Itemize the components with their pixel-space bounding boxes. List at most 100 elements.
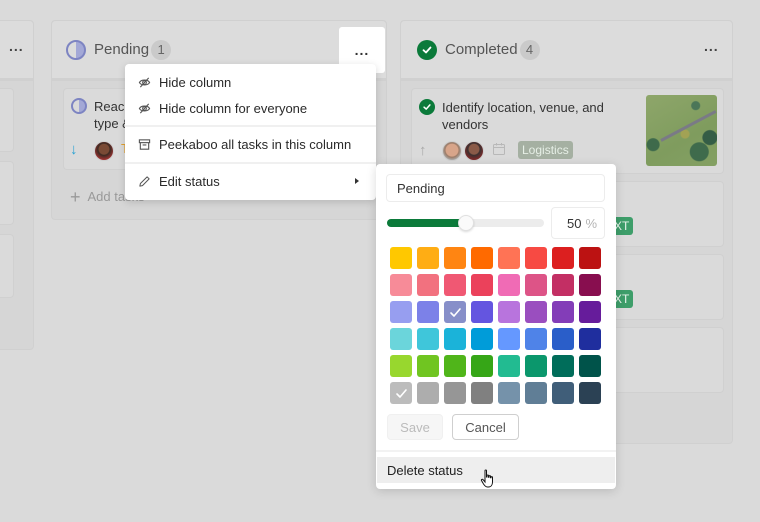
color-swatch[interactable] [498, 328, 520, 350]
check-icon [395, 388, 407, 398]
color-swatch[interactable] [552, 274, 574, 296]
color-swatch[interactable] [444, 382, 466, 404]
half-circle-icon[interactable] [71, 98, 87, 114]
color-swatch[interactable] [390, 247, 412, 269]
delete-status-label: Delete status [387, 462, 463, 478]
color-swatch[interactable] [525, 382, 547, 404]
slider-thumb[interactable] [457, 215, 474, 231]
eye-off-icon [137, 101, 151, 115]
progress-percent-input[interactable]: 50 % [551, 207, 605, 239]
color-swatch[interactable] [444, 301, 466, 323]
color-swatch[interactable] [579, 355, 601, 377]
more-icon: ... [354, 42, 370, 58]
color-swatch[interactable] [579, 301, 601, 323]
color-swatch[interactable] [498, 247, 520, 269]
progress-slider[interactable] [387, 215, 544, 231]
color-swatch[interactable] [525, 274, 547, 296]
menu-item-label: Hide column [159, 74, 232, 90]
column-more-button[interactable]: ... [704, 39, 719, 53]
menu-item-peekaboo[interactable]: Peekaboo all tasks in this column [125, 131, 376, 157]
color-swatch[interactable] [525, 247, 547, 269]
column-header: Completed 4 ... [401, 21, 732, 81]
column-count-badge: 4 [519, 39, 540, 60]
task-title: Identify location, venue, and vendors [442, 100, 604, 132]
color-swatch[interactable] [552, 247, 574, 269]
column-title: Completed [445, 41, 518, 58]
check-circle-icon[interactable] [419, 99, 435, 115]
task-card[interactable]: Identify location, venue, and vendors ↑ … [411, 88, 724, 174]
avatar[interactable] [442, 141, 462, 161]
avatar[interactable] [464, 141, 484, 161]
task-card[interactable] [0, 161, 14, 225]
color-swatch[interactable] [390, 382, 412, 404]
avatar[interactable] [94, 141, 114, 161]
popover-divider [376, 450, 616, 452]
color-swatch[interactable] [498, 274, 520, 296]
color-swatch[interactable] [417, 355, 439, 377]
menu-item-hide-column-everyone[interactable]: Hide column for everyone [125, 95, 376, 121]
task-thumbnail[interactable] [646, 95, 717, 166]
color-swatch[interactable] [552, 355, 574, 377]
delete-status-button[interactable]: Delete status [377, 457, 615, 483]
status-name-input[interactable] [386, 174, 605, 202]
menu-item-label: Hide column for everyone [159, 100, 308, 116]
color-swatch[interactable] [471, 274, 493, 296]
color-swatch[interactable] [417, 247, 439, 269]
column-title: Pending [94, 41, 150, 58]
color-swatch[interactable] [525, 328, 547, 350]
color-swatch[interactable] [444, 274, 466, 296]
color-swatch[interactable] [579, 328, 601, 350]
column-more-button[interactable]: ... [9, 39, 24, 53]
color-swatch[interactable] [525, 355, 547, 377]
color-swatch[interactable] [579, 274, 601, 296]
color-swatch[interactable] [390, 328, 412, 350]
color-swatch[interactable] [471, 301, 493, 323]
color-swatch[interactable] [552, 328, 574, 350]
arrow-down-icon[interactable]: ↓ [70, 141, 78, 158]
color-swatch[interactable] [498, 382, 520, 404]
color-swatch[interactable] [390, 274, 412, 296]
color-swatch[interactable] [444, 247, 466, 269]
color-swatch[interactable] [417, 382, 439, 404]
color-swatch[interactable] [552, 382, 574, 404]
menu-divider [125, 162, 376, 164]
menu-item-label: Peekaboo all tasks in this column [159, 136, 352, 152]
slider-fill [387, 219, 466, 227]
color-swatch[interactable] [471, 328, 493, 350]
archive-icon [137, 137, 151, 151]
menu-item-label: Edit status [159, 173, 220, 189]
color-swatch[interactable] [471, 247, 493, 269]
eye-off-icon [137, 75, 151, 89]
cancel-button[interactable]: Cancel [452, 414, 519, 440]
task-card[interactable] [0, 88, 14, 152]
calendar-icon[interactable] [492, 142, 506, 156]
percent-value: 50 [566, 215, 582, 231]
color-swatch[interactable] [525, 301, 547, 323]
color-swatch[interactable] [471, 355, 493, 377]
task-card[interactable] [0, 234, 14, 298]
tag-badge[interactable]: Logistics [518, 141, 573, 159]
menu-item-hide-column[interactable]: Hide column [125, 69, 376, 95]
color-swatch[interactable] [444, 355, 466, 377]
half-circle-icon [66, 39, 86, 60]
color-swatch[interactable] [498, 301, 520, 323]
color-swatch[interactable] [444, 328, 466, 350]
color-swatch[interactable] [552, 301, 574, 323]
check-circle-icon [417, 39, 437, 60]
color-swatch[interactable] [579, 247, 601, 269]
color-swatch[interactable] [579, 382, 601, 404]
color-swatch[interactable] [417, 301, 439, 323]
color-swatch[interactable] [390, 301, 412, 323]
menu-item-edit-status[interactable]: Edit status [125, 168, 376, 194]
column-header: ... [0, 21, 33, 81]
column-count-badge: 1 [151, 39, 172, 60]
color-swatch-grid [390, 247, 602, 404]
color-swatch[interactable] [417, 274, 439, 296]
color-swatch[interactable] [498, 355, 520, 377]
check-icon [449, 307, 461, 317]
save-button[interactable]: Save [387, 414, 443, 440]
arrow-up-icon[interactable]: ↑ [419, 142, 427, 159]
color-swatch[interactable] [471, 382, 493, 404]
color-swatch[interactable] [390, 355, 412, 377]
color-swatch[interactable] [417, 328, 439, 350]
